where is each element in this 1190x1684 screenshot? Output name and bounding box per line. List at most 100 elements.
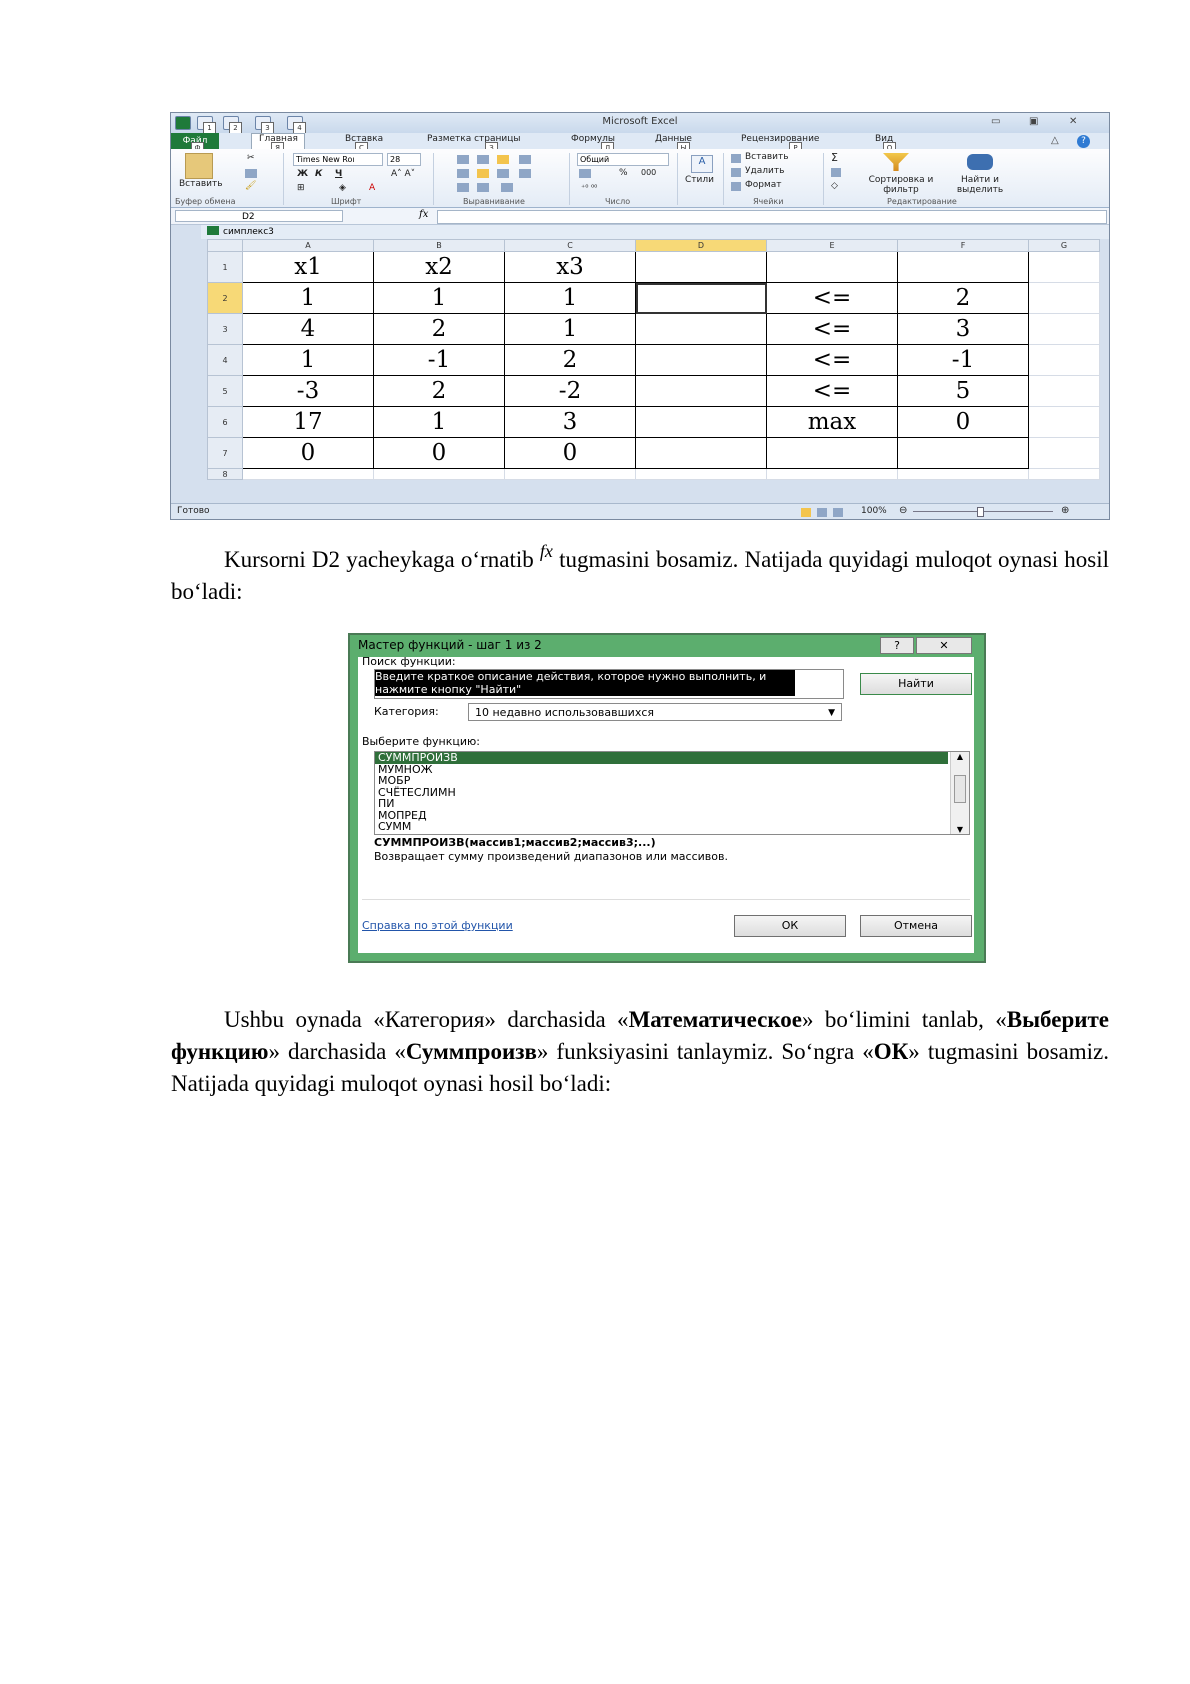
- minimize-icon[interactable]: ▭: [991, 116, 1000, 127]
- sheet-cell[interactable]: 0: [373, 437, 505, 469]
- sheet-cell[interactable]: 4: [242, 313, 374, 345]
- sheet-cell[interactable]: [897, 468, 1029, 480]
- sheet-cell[interactable]: 1: [373, 406, 505, 438]
- sheet-cell[interactable]: [1028, 313, 1100, 345]
- row-header[interactable]: 3: [207, 313, 243, 345]
- find-select-button[interactable]: Найти и выделить: [945, 175, 1015, 195]
- function-list-item[interactable]: ПИ: [375, 798, 948, 810]
- scroll-thumb[interactable]: [954, 775, 966, 803]
- sheet-cell[interactable]: 17: [242, 406, 374, 438]
- sheet-cell[interactable]: [635, 313, 767, 345]
- sheet-cell[interactable]: [1028, 251, 1100, 283]
- tab-page-layout[interactable]: Разметка страницы: [427, 134, 521, 144]
- row-header[interactable]: 1: [207, 251, 243, 283]
- sheet-cell[interactable]: x3: [504, 251, 636, 283]
- sort-filter-button[interactable]: Сортировка и фильтр: [865, 175, 937, 195]
- category-select[interactable]: 10 недавно использовавшихся ▼: [468, 703, 842, 721]
- sheet-cell[interactable]: <=: [766, 282, 898, 314]
- chevron-down-icon[interactable]: ▼: [828, 704, 835, 722]
- function-list-item[interactable]: МОПРЕД: [375, 809, 948, 822]
- sheet-cell[interactable]: [766, 468, 898, 480]
- sheet-cell[interactable]: 2: [373, 313, 505, 345]
- sheet-cell[interactable]: [635, 406, 767, 438]
- sheet-cell[interactable]: max: [766, 406, 898, 438]
- column-header-d[interactable]: D: [635, 239, 767, 252]
- sheet-cell[interactable]: 3: [504, 406, 636, 438]
- column-header-e[interactable]: E: [766, 239, 898, 252]
- sheet-cell[interactable]: [504, 468, 636, 480]
- close-icon[interactable]: ✕: [1069, 116, 1077, 127]
- collapse-ribbon-icon[interactable]: △: [1051, 135, 1059, 146]
- function-list-item[interactable]: СУММПРОИЗВ: [375, 752, 948, 764]
- cut-icon[interactable]: ✂: [247, 153, 255, 163]
- font-name-select[interactable]: Times New Roı: [293, 153, 383, 166]
- align-right-icon[interactable]: [497, 169, 509, 178]
- column-header-f[interactable]: F: [897, 239, 1029, 252]
- sheet-cell[interactable]: [1028, 437, 1100, 469]
- restore-icon[interactable]: ▣: [1029, 116, 1038, 127]
- autosum-button[interactable]: Σ: [831, 151, 838, 164]
- paste-button[interactable]: Вставить: [179, 179, 223, 189]
- scroll-down-icon[interactable]: ▼: [951, 825, 969, 834]
- function-list-item[interactable]: СУММ: [375, 821, 948, 833]
- align-left-icon[interactable]: [457, 169, 469, 178]
- row-header[interactable]: 8: [207, 468, 243, 480]
- thousands-button[interactable]: 000: [641, 168, 656, 177]
- indent-increase-icon[interactable]: [477, 183, 489, 192]
- sheet-cell[interactable]: -3: [242, 375, 374, 407]
- sheet-cell[interactable]: [1028, 344, 1100, 376]
- column-header-a[interactable]: A: [242, 239, 374, 252]
- indent-decrease-icon[interactable]: [457, 183, 469, 192]
- styles-button[interactable]: Стили: [685, 175, 714, 185]
- scroll-up-icon[interactable]: ▲: [951, 752, 969, 761]
- find-button[interactable]: Найти: [860, 673, 972, 695]
- function-list-item[interactable]: МУМНОЖ: [375, 763, 948, 776]
- function-list-item[interactable]: МОБР: [375, 775, 948, 787]
- ok-button[interactable]: ОК: [734, 915, 846, 937]
- column-header-c[interactable]: C: [504, 239, 636, 252]
- help-link[interactable]: Справка по этой функции: [362, 919, 513, 932]
- sheet-cell[interactable]: <=: [766, 313, 898, 345]
- active-cell-d2[interactable]: [635, 282, 767, 314]
- insert-cells-button[interactable]: Вставить: [745, 152, 789, 162]
- sheet-cell[interactable]: [897, 251, 1029, 283]
- sheet-cell[interactable]: 2: [504, 344, 636, 376]
- zoom-slider-thumb[interactable]: [977, 507, 984, 517]
- number-format-select[interactable]: Общий: [577, 153, 669, 166]
- percent-button[interactable]: %: [619, 168, 628, 178]
- sheet-cell[interactable]: 2: [897, 282, 1029, 314]
- find-select-icon[interactable]: [967, 154, 993, 170]
- sheet-cell[interactable]: 1: [504, 282, 636, 314]
- sheet-cell[interactable]: [373, 468, 505, 480]
- insert-function-button[interactable]: fx: [419, 209, 428, 220]
- sheet-cell[interactable]: [1028, 375, 1100, 407]
- underline-button[interactable]: Ч: [335, 169, 342, 179]
- align-bottom-icon[interactable]: [497, 155, 509, 164]
- sheet-cell[interactable]: 1: [504, 313, 636, 345]
- sheet-cell[interactable]: [635, 375, 767, 407]
- sheet-cell[interactable]: 0: [504, 437, 636, 469]
- sheet-cell[interactable]: [635, 344, 767, 376]
- font-size-select[interactable]: 28: [387, 153, 421, 166]
- sheet-cell[interactable]: 3: [897, 313, 1029, 345]
- select-all-corner[interactable]: [207, 239, 243, 252]
- sheet-cell[interactable]: [766, 437, 898, 469]
- format-cells-button[interactable]: Формат: [745, 180, 782, 190]
- fill-color-icon[interactable]: ◈: [339, 183, 346, 193]
- sheet-cell[interactable]: [766, 251, 898, 283]
- sort-filter-icon[interactable]: [883, 153, 909, 171]
- sheet-cell[interactable]: x1: [242, 251, 374, 283]
- clear-icon[interactable]: ◇: [831, 181, 838, 191]
- sheet-cell[interactable]: -1: [897, 344, 1029, 376]
- sheet-cell[interactable]: 0: [242, 437, 374, 469]
- normal-view-icon[interactable]: [801, 508, 811, 517]
- row-header[interactable]: 2: [207, 282, 243, 314]
- align-center-icon[interactable]: [477, 169, 489, 178]
- copy-icon[interactable]: [245, 169, 257, 178]
- decimal-icon[interactable]: ⁺⁰ ⁰⁰: [581, 183, 597, 192]
- insert-cells-icon[interactable]: [731, 154, 741, 163]
- sheet-cell[interactable]: [242, 468, 374, 480]
- sheet-cell[interactable]: [1028, 282, 1100, 314]
- align-top-icon[interactable]: [457, 155, 469, 164]
- font-color-icon[interactable]: A: [369, 183, 375, 193]
